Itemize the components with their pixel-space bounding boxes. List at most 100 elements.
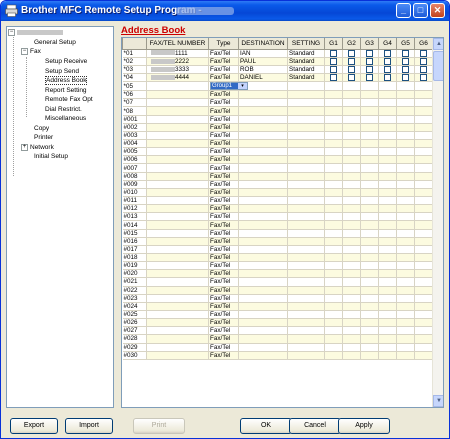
fax-number-cell[interactable] <box>146 229 209 238</box>
expand-icon[interactable]: + <box>21 143 28 151</box>
group-1-cell[interactable] <box>324 180 343 189</box>
table-row[interactable]: #022 Fax/Tel <box>122 286 433 295</box>
type-cell[interactable]: Fax/Tel <box>208 180 239 189</box>
group-checkbox[interactable] <box>366 65 373 73</box>
group-6-cell[interactable] <box>414 49 433 58</box>
fax-number-cell[interactable] <box>146 326 209 336</box>
group-2-cell[interactable] <box>342 98 361 108</box>
destination-cell[interactable] <box>238 302 288 311</box>
setting-cell[interactable] <box>287 115 325 124</box>
setting-cell[interactable] <box>287 204 325 214</box>
settings-tree[interactable]: − General Setup − Fax Setup Receive Setup… <box>6 26 114 408</box>
group-2-cell[interactable] <box>342 220 361 230</box>
setting-cell[interactable] <box>287 318 325 328</box>
group-5-cell[interactable] <box>396 269 415 279</box>
type-cell[interactable]: Fax/Tel <box>208 294 239 303</box>
column-header-g1[interactable]: G1 <box>324 38 343 50</box>
minimize-button[interactable]: _ <box>396 3 411 18</box>
group-2-cell[interactable] <box>342 106 361 116</box>
destination-cell[interactable] <box>238 123 288 132</box>
fax-number-cell[interactable] <box>146 131 209 141</box>
table-row[interactable]: #025 Fax/Tel <box>122 310 433 320</box>
group-2-cell[interactable] <box>342 65 361 75</box>
print-button[interactable]: Print <box>133 418 185 434</box>
table-row[interactable]: *06 Fax/Tel <box>122 90 433 100</box>
group-6-cell[interactable] <box>414 196 433 206</box>
tree-item-fax[interactable]: − Fax <box>21 47 41 56</box>
destination-cell[interactable] <box>238 318 288 328</box>
setting-cell[interactable] <box>287 81 325 92</box>
group-3-cell[interactable] <box>360 261 379 271</box>
group-2-cell[interactable] <box>342 261 361 271</box>
destination-cell[interactable] <box>238 188 288 198</box>
group-checkbox[interactable] <box>330 65 337 73</box>
group-6-cell[interactable] <box>414 269 433 279</box>
fax-number-cell[interactable] <box>146 220 209 230</box>
type-cell[interactable]: Fax/Tel <box>208 163 239 173</box>
type-cell[interactable]: Fax/Tel <box>208 49 239 58</box>
group-4-cell[interactable] <box>378 237 397 246</box>
scroll-down-icon[interactable]: ▼ <box>433 395 443 407</box>
group-3-cell[interactable] <box>360 326 379 336</box>
group-3-cell[interactable] <box>360 277 379 287</box>
type-cell[interactable]: Fax/Tel <box>208 302 239 311</box>
title-bar[interactable]: Brother MFC Remote Setup Program - _ □ ✕ <box>1 1 449 21</box>
group-4-cell[interactable] <box>378 131 397 141</box>
group-1-cell[interactable] <box>324 318 343 328</box>
group-checkbox[interactable] <box>384 65 391 73</box>
group-3-cell[interactable] <box>360 90 379 100</box>
fax-number-cell[interactable] <box>146 123 209 132</box>
fax-number-cell[interactable] <box>146 204 209 214</box>
group-3-cell[interactable] <box>360 180 379 189</box>
fax-number-cell[interactable] <box>146 343 209 352</box>
type-cell[interactable]: Fax/Tel <box>208 115 239 124</box>
table-row[interactable]: #020 Fax/Tel <box>122 269 433 279</box>
fax-number-cell[interactable] <box>146 106 209 116</box>
group-5-cell[interactable] <box>396 204 415 214</box>
group-1-cell[interactable] <box>324 57 343 66</box>
collapse-icon[interactable]: − <box>21 47 28 55</box>
setting-cell[interactable] <box>287 253 325 263</box>
destination-cell[interactable] <box>238 253 288 263</box>
table-row[interactable]: #016 Fax/Tel <box>122 237 433 246</box>
group-3-cell[interactable] <box>360 123 379 132</box>
group-1-cell[interactable] <box>324 229 343 238</box>
destination-cell[interactable] <box>238 115 288 124</box>
group-3-cell[interactable] <box>360 196 379 206</box>
table-row[interactable]: *03 3333 Fax/Tel ROB Standard <box>122 65 433 75</box>
group-2-cell[interactable] <box>342 131 361 141</box>
group-6-cell[interactable] <box>414 277 433 287</box>
type-cell[interactable]: Fax/Tel <box>208 196 239 206</box>
group-1-cell[interactable] <box>324 220 343 230</box>
column-header-g3[interactable]: G3 <box>360 38 379 50</box>
destination-cell[interactable]: IAN <box>238 49 288 58</box>
type-cell[interactable]: Fax/Tel <box>208 229 239 238</box>
group-checkbox[interactable] <box>402 74 409 81</box>
group-3-cell[interactable] <box>360 163 379 173</box>
group-checkbox[interactable] <box>348 49 355 57</box>
destination-cell[interactable] <box>238 90 288 100</box>
group-2-cell[interactable] <box>342 90 361 100</box>
column-header-g5[interactable]: G5 <box>396 38 415 50</box>
group-2-cell[interactable] <box>342 302 361 311</box>
collapse-icon[interactable]: − <box>8 28 15 36</box>
setting-cell[interactable] <box>287 237 325 246</box>
group-4-cell[interactable] <box>378 188 397 198</box>
group-3-cell[interactable] <box>360 237 379 246</box>
fax-number-cell[interactable] <box>146 294 209 303</box>
setting-cell[interactable] <box>287 229 325 238</box>
group-1-cell[interactable] <box>324 65 343 75</box>
group-4-cell[interactable] <box>378 310 397 320</box>
cancel-button[interactable]: Cancel <box>289 418 341 434</box>
group-4-cell[interactable] <box>378 334 397 344</box>
type-cell[interactable]: Fax/Tel <box>208 343 239 352</box>
group-1-cell[interactable] <box>324 106 343 116</box>
setting-cell[interactable] <box>287 343 325 352</box>
group-4-cell[interactable] <box>378 81 397 92</box>
destination-cell[interactable] <box>238 351 288 360</box>
setting-cell[interactable] <box>287 212 325 222</box>
group-6-cell[interactable] <box>414 334 433 344</box>
scrollbar-thumb[interactable] <box>433 51 443 81</box>
group-6-cell[interactable] <box>414 106 433 116</box>
fax-number-cell[interactable] <box>146 245 209 255</box>
